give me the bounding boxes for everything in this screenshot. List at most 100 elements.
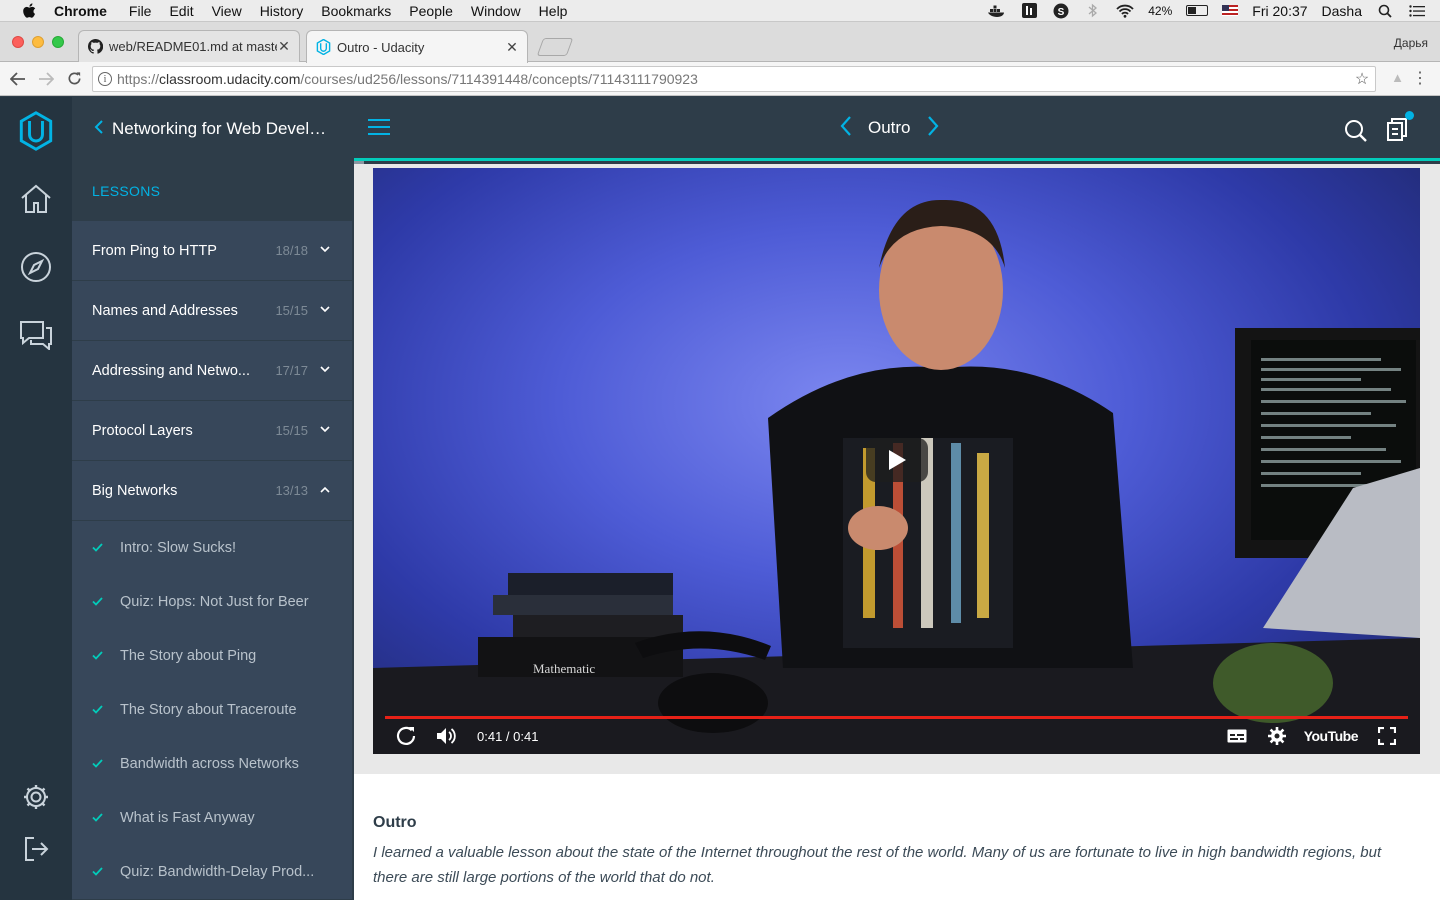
search-icon[interactable] bbox=[1344, 119, 1368, 148]
hamburger-menu-icon[interactable] bbox=[368, 119, 390, 140]
app-left-rail bbox=[0, 97, 72, 900]
battery-percent: 42% bbox=[1148, 3, 1173, 18]
chevron-down-icon[interactable] bbox=[308, 425, 342, 436]
compass-icon[interactable] bbox=[18, 249, 54, 285]
concept-content: Mathematic 0:41 / 0:41 YouTube Outro I l… bbox=[354, 164, 1440, 900]
concept-item[interactable]: Bandwidth across Networks bbox=[72, 737, 352, 791]
site-info-icon[interactable]: i bbox=[93, 72, 117, 86]
concept-item[interactable]: Intro: Slow Sucks! bbox=[72, 521, 352, 575]
menu-view[interactable]: View bbox=[212, 3, 242, 19]
lessons-label: LESSONS bbox=[72, 161, 352, 221]
video-controls: 0:41 / 0:41 YouTube bbox=[373, 718, 1420, 754]
lesson-item[interactable]: Addressing and Netwo... 17/17 bbox=[72, 341, 352, 401]
lesson-progress: 13/13 bbox=[275, 483, 308, 498]
url-host: classroom.udacity.com bbox=[159, 71, 301, 87]
lesson-name: From Ping to HTTP bbox=[92, 242, 217, 259]
youtube-logo[interactable]: YouTube bbox=[1304, 728, 1359, 744]
menu-app-name[interactable]: Chrome bbox=[54, 3, 107, 19]
logout-icon[interactable] bbox=[18, 831, 54, 867]
url-text[interactable]: https://classroom.udacity.com/courses/ud… bbox=[117, 71, 1349, 87]
chevron-up-icon[interactable] bbox=[308, 485, 342, 496]
menu-people[interactable]: People bbox=[409, 3, 453, 19]
menu-bookmarks[interactable]: Bookmarks bbox=[321, 3, 391, 19]
menu-file[interactable]: File bbox=[129, 3, 152, 19]
chrome-menu-icon[interactable]: ⋮ bbox=[1412, 68, 1428, 88]
concept-name: The Story about Ping bbox=[120, 648, 257, 664]
browser-toolbar: i https://classroom.udacity.com/courses/… bbox=[0, 62, 1440, 96]
lesson-item[interactable]: From Ping to HTTP 18/18 bbox=[72, 221, 352, 281]
fullscreen-icon[interactable] bbox=[1374, 723, 1400, 749]
battery-icon[interactable] bbox=[1186, 5, 1209, 16]
home-icon[interactable] bbox=[18, 181, 54, 217]
notification-dot bbox=[1405, 111, 1414, 120]
extension-icon[interactable]: ▲ bbox=[1391, 70, 1404, 85]
browser-tabstrip: web/README01.md at master ✕ Outro - Udac… bbox=[0, 22, 1440, 63]
chat-icon[interactable] bbox=[18, 317, 54, 353]
close-tab-icon[interactable]: ✕ bbox=[505, 39, 519, 56]
previous-concept-icon[interactable] bbox=[840, 115, 852, 141]
address-bar[interactable]: i https://classroom.udacity.com/courses/… bbox=[92, 66, 1376, 92]
lesson-progress: 18/18 bbox=[275, 243, 308, 258]
resources-icon[interactable] bbox=[1386, 111, 1414, 146]
classroom-topbar: Outro bbox=[354, 97, 1440, 161]
forward-button[interactable] bbox=[32, 65, 60, 93]
youtube-video-player[interactable]: Mathematic 0:41 / 0:41 YouTube bbox=[373, 168, 1420, 754]
wifi-icon[interactable] bbox=[1116, 3, 1134, 19]
new-tab-button[interactable] bbox=[536, 38, 574, 56]
lesson-progress: 15/15 bbox=[275, 303, 308, 318]
docker-icon[interactable] bbox=[988, 3, 1006, 19]
chevron-down-icon[interactable] bbox=[308, 365, 342, 376]
check-icon bbox=[92, 541, 120, 555]
profile-name[interactable]: Дарья bbox=[1394, 36, 1428, 50]
concept-name: The Story about Traceroute bbox=[120, 702, 297, 718]
concept-name: What is Fast Anyway bbox=[120, 810, 255, 826]
close-tab-icon[interactable]: ✕ bbox=[277, 38, 291, 55]
macos-menubar: Chrome File Edit View History Bookmarks … bbox=[0, 0, 1440, 22]
menubar-clock[interactable]: Fri 20:37 bbox=[1252, 3, 1307, 19]
chevron-down-icon[interactable] bbox=[308, 245, 342, 256]
volume-icon[interactable] bbox=[433, 723, 459, 749]
skype-icon[interactable]: S bbox=[1052, 3, 1070, 19]
minimize-window-button[interactable] bbox=[32, 36, 44, 48]
course-header[interactable]: Networking for Web Develo... bbox=[72, 97, 352, 161]
concept-item[interactable]: The Story about Ping bbox=[72, 629, 352, 683]
captions-icon[interactable] bbox=[1224, 723, 1250, 749]
lesson-item[interactable]: Protocol Layers 15/15 bbox=[72, 401, 352, 461]
lesson-item[interactable]: Names and Addresses 15/15 bbox=[72, 281, 352, 341]
tab-github[interactable]: web/README01.md at master ✕ bbox=[78, 30, 300, 62]
input-source-flag-icon[interactable] bbox=[1222, 5, 1239, 16]
close-window-button[interactable] bbox=[12, 36, 24, 48]
chevron-down-icon[interactable] bbox=[308, 305, 342, 316]
tab-udacity[interactable]: Outro - Udacity ✕ bbox=[306, 30, 528, 63]
menu-edit[interactable]: Edit bbox=[169, 3, 193, 19]
menu-history[interactable]: History bbox=[260, 3, 304, 19]
replay-icon[interactable] bbox=[393, 723, 419, 749]
back-button[interactable] bbox=[4, 65, 32, 93]
bluetooth-icon[interactable] bbox=[1084, 3, 1102, 19]
udacity-logo-icon[interactable] bbox=[18, 111, 54, 151]
check-icon bbox=[92, 595, 120, 609]
concept-item[interactable]: What is Fast Anyway bbox=[72, 791, 352, 845]
menu-window[interactable]: Window bbox=[471, 3, 521, 19]
spotlight-search-icon[interactable] bbox=[1376, 3, 1394, 19]
svg-text:S: S bbox=[1058, 7, 1065, 18]
concept-item[interactable]: Quiz: Hops: Not Just for Beer bbox=[72, 575, 352, 629]
apple-icon[interactable] bbox=[18, 2, 40, 19]
lesson-name: Names and Addresses bbox=[92, 302, 238, 319]
zoom-window-button[interactable] bbox=[52, 36, 64, 48]
reload-button[interactable] bbox=[60, 65, 88, 93]
bookmark-star-icon[interactable]: ☆ bbox=[1349, 69, 1375, 89]
lesson-name: Protocol Layers bbox=[92, 422, 193, 439]
app-tray-icon[interactable] bbox=[1020, 3, 1038, 19]
concept-item[interactable]: The Story about Traceroute bbox=[72, 683, 352, 737]
settings-gear-icon[interactable] bbox=[18, 779, 54, 815]
settings-gear-icon[interactable] bbox=[1264, 723, 1290, 749]
concept-item[interactable]: Quiz: Bandwidth-Delay Prod... bbox=[72, 845, 352, 899]
notification-center-icon[interactable] bbox=[1408, 3, 1426, 19]
lesson-item-expanded[interactable]: Big Networks 13/13 bbox=[72, 461, 352, 521]
chevron-left-icon[interactable] bbox=[94, 118, 104, 141]
next-concept-icon[interactable] bbox=[927, 115, 939, 141]
menu-help[interactable]: Help bbox=[539, 3, 568, 19]
play-button[interactable] bbox=[866, 438, 928, 482]
menubar-user[interactable]: Dasha bbox=[1322, 3, 1362, 19]
